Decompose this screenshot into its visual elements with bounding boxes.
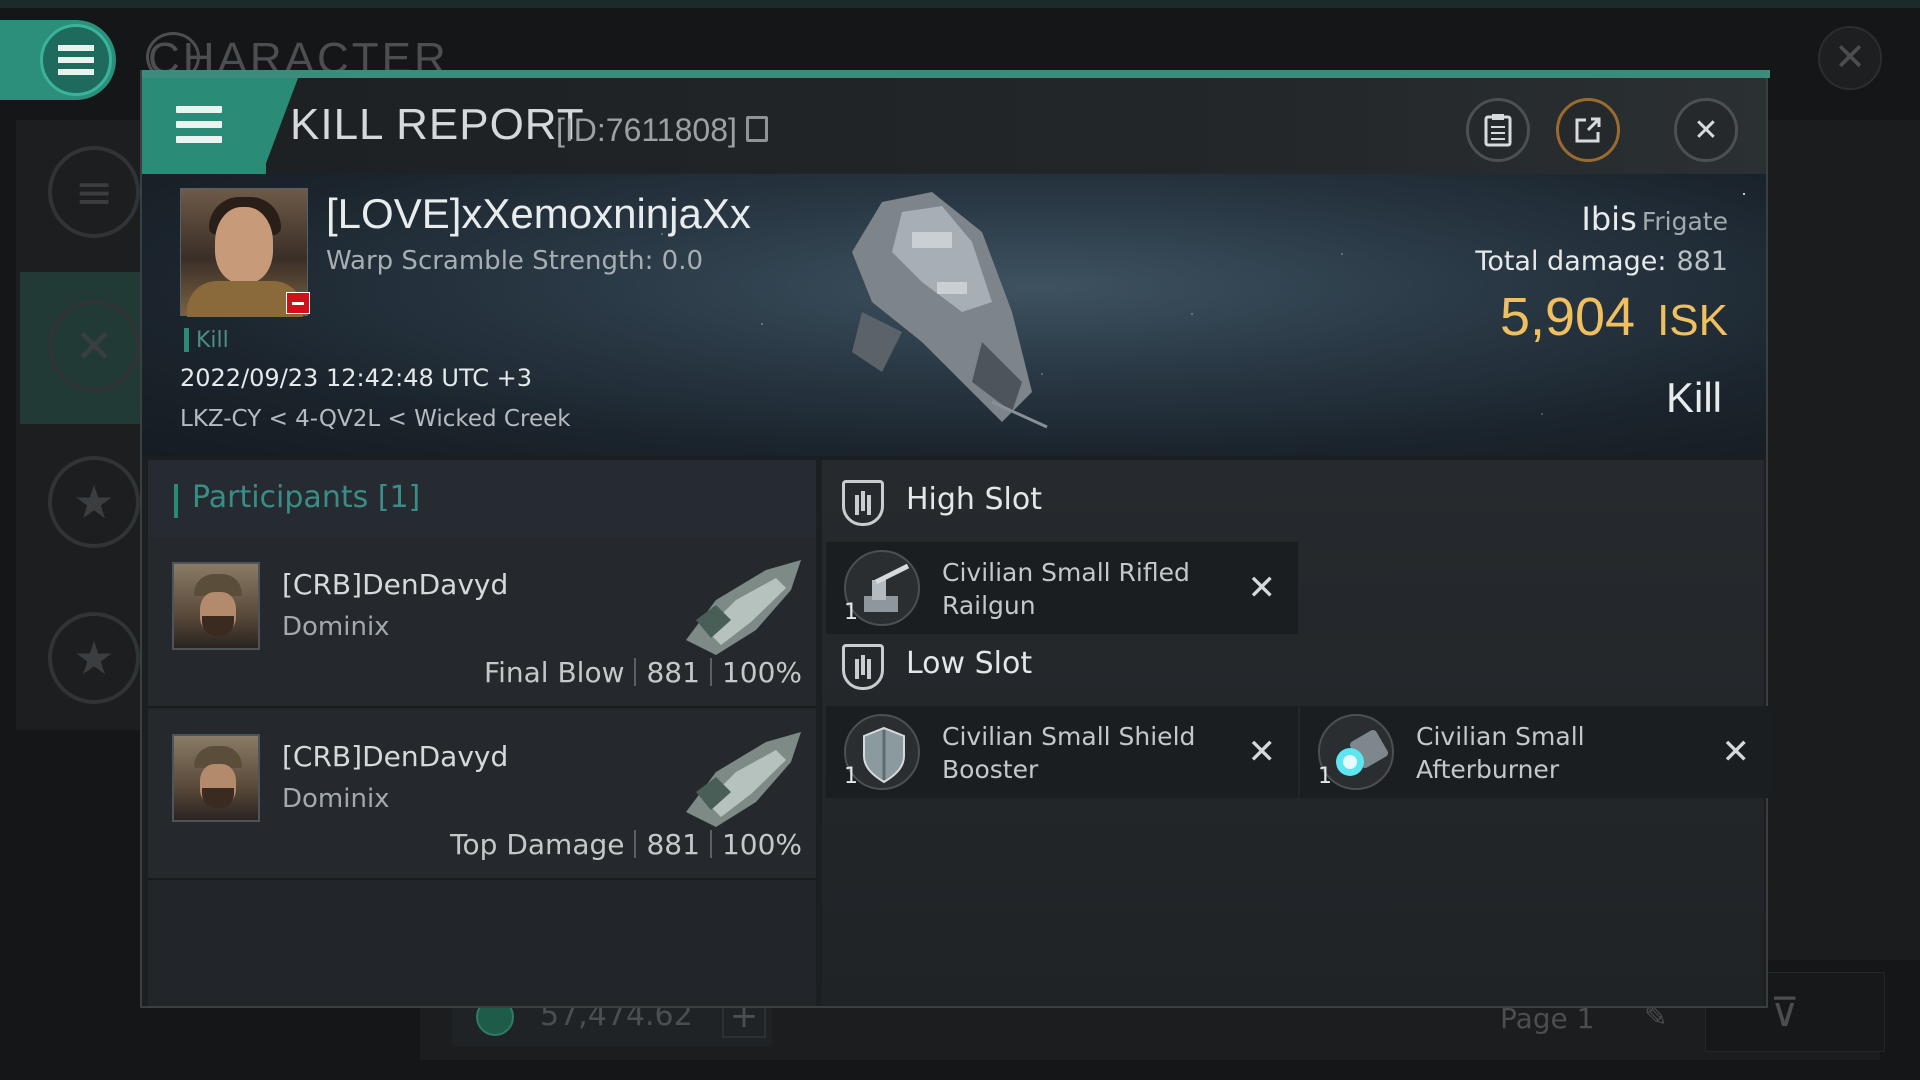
participant-row[interactable]: [CRB]DenDavyd Dominix Top Damage 881 100% bbox=[148, 710, 816, 880]
kill-datetime: 2022/09/23 12:42:48 UTC +3 bbox=[180, 364, 532, 392]
total-damage-value: 881 bbox=[1676, 246, 1728, 277]
isk-unit: ISK bbox=[1657, 296, 1728, 345]
participant-percent: 100% bbox=[721, 828, 802, 861]
ship-name[interactable]: Ibis bbox=[1581, 200, 1636, 238]
kill-result: Kill bbox=[1665, 374, 1722, 421]
filter-icon[interactable]: ⊽ bbox=[1770, 990, 1799, 1036]
module-name: Civilian Small Shield Booster bbox=[942, 722, 1196, 784]
participant-ship-icon[interactable] bbox=[676, 550, 806, 660]
close-button[interactable]: ✕ bbox=[1674, 98, 1738, 162]
kill-tag: Kill bbox=[196, 328, 229, 353]
background-right-panel bbox=[1765, 120, 1920, 960]
list-icon[interactable]: ≡ bbox=[48, 146, 140, 238]
destroyed-x-icon: ✕ bbox=[1247, 732, 1277, 772]
participant-role: Final Blow bbox=[484, 656, 625, 689]
hamburger-icon bbox=[176, 106, 222, 151]
page-title: KILL REPORT bbox=[290, 100, 585, 149]
clipboard-icon bbox=[1484, 114, 1512, 147]
module-afterburner[interactable]: 1 Civilian Small Afterburner ✕ bbox=[1300, 706, 1772, 798]
module-name: Civilian Small Afterburner bbox=[1416, 722, 1585, 784]
destroyed-x-icon: ✕ bbox=[1721, 732, 1751, 772]
total-damage: Total damage: 881 bbox=[1475, 246, 1728, 277]
module-quantity: 1 bbox=[1318, 764, 1332, 789]
participant-ship: Dominix bbox=[282, 612, 390, 642]
victim-name[interactable]: [LOVE]xXemoxninjaXx bbox=[326, 190, 751, 238]
ship-class: Frigate bbox=[1641, 207, 1728, 236]
copy-id-icon[interactable] bbox=[746, 116, 768, 142]
background-close-icon[interactable]: ✕ bbox=[1818, 26, 1882, 90]
low-slot-icon bbox=[842, 644, 884, 690]
participant-name[interactable]: [CRB]DenDavyd bbox=[282, 568, 508, 601]
participants-title: Participants [1] bbox=[192, 480, 421, 515]
modal-header: KILL REPORT [ID:7611808] ✕ bbox=[142, 78, 1766, 174]
background-top-strip bbox=[0, 0, 1920, 8]
external-link-icon bbox=[1575, 117, 1601, 143]
star-icon[interactable]: ★ bbox=[48, 456, 140, 548]
module-railgun[interactable]: 1 Civilian Small Rifled Railgun ✕ bbox=[826, 542, 1298, 634]
clipboard-button[interactable] bbox=[1466, 98, 1530, 162]
fitting-panel: High Slot 1 Civilian Small Rifled Railgu… bbox=[822, 460, 1772, 1006]
participant-damage: 881 bbox=[646, 656, 700, 689]
isk-amount: 5,904 bbox=[1499, 287, 1636, 347]
participant-ship-icon[interactable] bbox=[676, 722, 806, 832]
participant-stats: Top Damage 881 100% bbox=[450, 828, 802, 861]
avatar[interactable] bbox=[172, 734, 260, 822]
kill-tag-bar bbox=[184, 328, 189, 352]
module-name: Civilian Small Rifled Railgun bbox=[942, 558, 1190, 620]
star-ring-icon[interactable]: ★ bbox=[48, 612, 140, 704]
modal-menu-button[interactable] bbox=[142, 78, 266, 174]
kill-id: [ID:7611808] bbox=[556, 112, 737, 148]
participants-header[interactable]: Participants [1] bbox=[148, 460, 816, 538]
participant-name[interactable]: [CRB]DenDavyd bbox=[282, 740, 508, 773]
participant-stats: Final Blow 881 100% bbox=[484, 656, 802, 689]
victim-ship-image[interactable] bbox=[842, 192, 1062, 432]
participant-ship: Dominix bbox=[282, 784, 390, 814]
low-slot-label: Low Slot bbox=[906, 646, 1033, 681]
warp-scramble-strength: Warp Scramble Strength: 0.0 bbox=[326, 246, 704, 276]
high-slot-label: High Slot bbox=[906, 482, 1042, 517]
kill-report-modal: KILL REPORT [ID:7611808] ✕ [LOVE]xXemoxn… bbox=[140, 70, 1772, 1008]
module-quantity: 1 bbox=[844, 764, 858, 789]
participant-damage: 881 bbox=[646, 828, 700, 861]
total-damage-label: Total damage: bbox=[1475, 246, 1667, 277]
hamburger-icon bbox=[40, 24, 112, 96]
participant-percent: 100% bbox=[721, 656, 802, 689]
isk-value: 5,904 ISK bbox=[1500, 286, 1728, 348]
crossed-swords-icon[interactable]: ✕ bbox=[48, 300, 140, 392]
hostile-badge-icon bbox=[286, 292, 310, 314]
kill-summary: [LOVE]xXemoxninjaXx Warp Scramble Streng… bbox=[142, 174, 1766, 456]
high-slot-icon bbox=[842, 480, 884, 526]
background-menu-button[interactable] bbox=[0, 20, 116, 100]
participants-panel: Participants [1] [CRB]DenDavyd Dominix F… bbox=[148, 460, 816, 1006]
modal-accent-line bbox=[142, 70, 1770, 78]
kill-location[interactable]: LKZ-CY < 4-QV2L < Wicked Creek bbox=[180, 406, 571, 432]
share-button[interactable] bbox=[1556, 98, 1620, 162]
ship-type: Ibis Frigate bbox=[1581, 200, 1728, 238]
module-quantity: 1 bbox=[844, 600, 858, 625]
avatar[interactable] bbox=[172, 562, 260, 650]
module-shield-booster[interactable]: 1 Civilian Small Shield Booster ✕ bbox=[826, 706, 1298, 798]
destroyed-x-icon: ✕ bbox=[1247, 568, 1277, 608]
participant-row[interactable]: [CRB]DenDavyd Dominix Final Blow 881 100% bbox=[148, 538, 816, 708]
participant-role: Top Damage bbox=[450, 828, 625, 861]
close-icon: ✕ bbox=[1693, 112, 1719, 148]
